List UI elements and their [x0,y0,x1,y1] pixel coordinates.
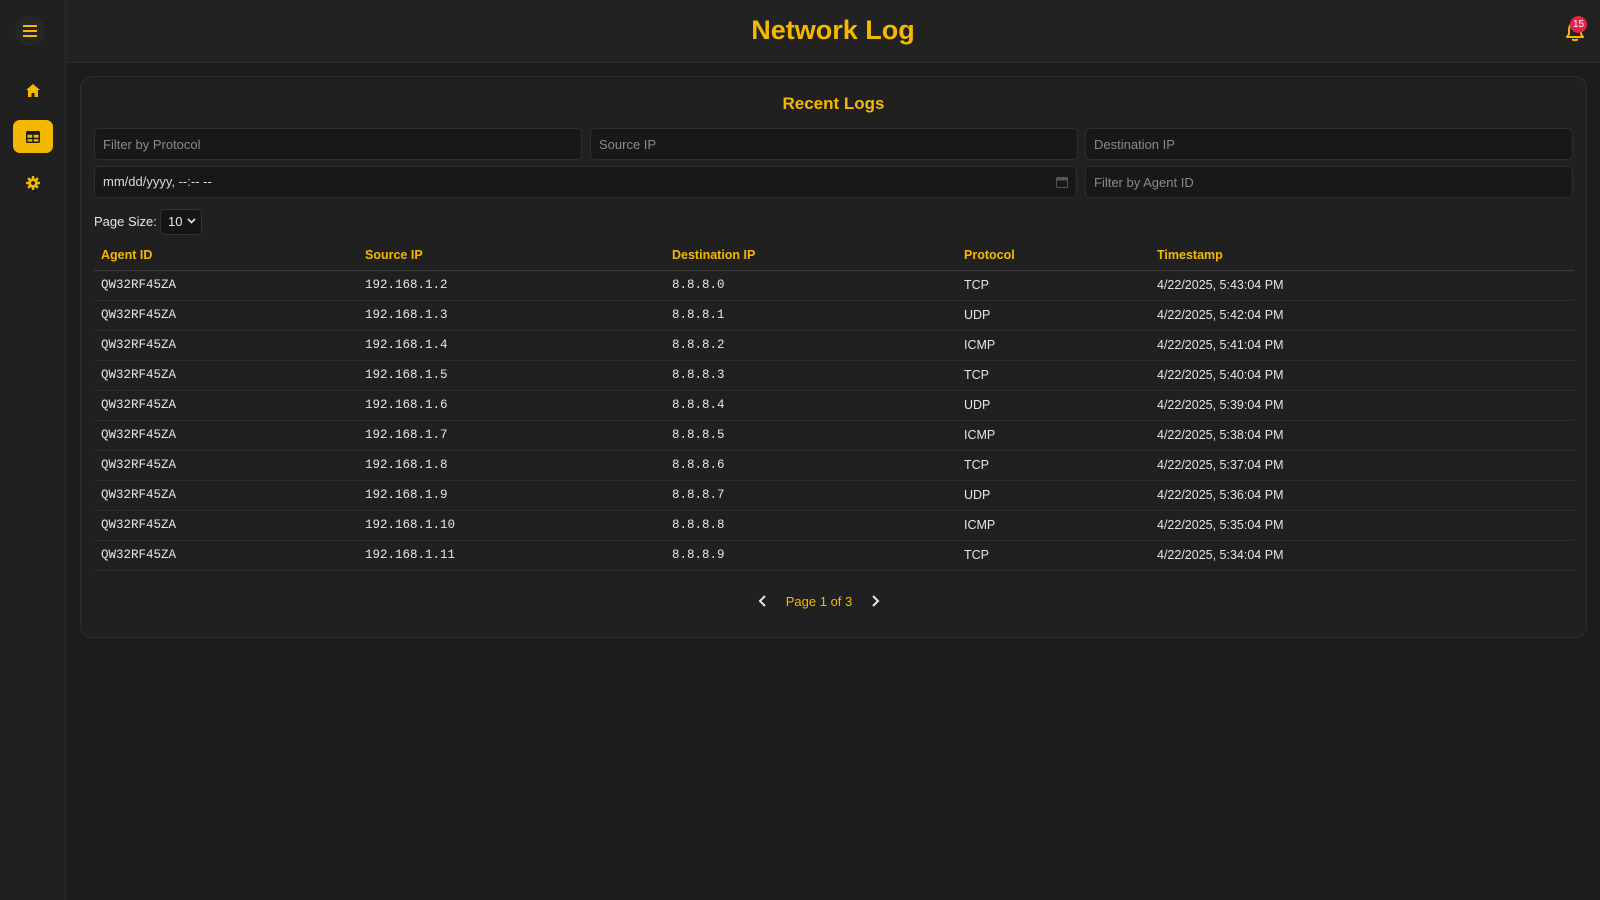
timestamp-cell: 4/22/2025, 5:39:04 PM [1150,390,1574,421]
chevron-left-icon[interactable] [755,593,771,609]
table-icon [26,130,40,143]
destination-ip-cell: 8.8.8.2 [665,330,957,361]
timestamp-cell: 4/22/2025, 5:43:04 PM [1150,270,1574,301]
protocol-cell: TCP [957,270,1150,301]
protocol-cell: TCP [957,360,1150,391]
destination-ip-cell: 8.8.8.5 [665,420,957,451]
top-bar: Network Log 15 [66,0,1600,63]
destination-ip-cell: 8.8.8.4 [665,390,957,421]
agent-id-cell: QW32RF45ZA [94,450,358,481]
calendar-icon[interactable] [1056,176,1068,188]
logs-table: Agent ID Source IP Destination IP Protoc… [94,240,1574,571]
protocol-cell: UDP [957,390,1150,421]
protocol-cell: ICMP [957,420,1150,451]
column-header-destination-ip[interactable]: Destination IP [665,240,957,271]
timestamp-cell: 4/22/2025, 5:35:04 PM [1150,510,1574,541]
notification-badge: 15 [1570,16,1588,33]
agent-id-cell: QW32RF45ZA [94,390,358,421]
agent-id-cell: QW32RF45ZA [94,480,358,511]
source-ip-cell: 192.168.1.6 [358,390,665,421]
page-title: Network Log [751,15,915,45]
agent-id-cell: QW32RF45ZA [94,270,358,301]
source-ip-cell: 192.168.1.7 [358,420,665,451]
table-row[interactable]: QW32RF45ZA 192.168.1.8 8.8.8.6 TCP 4/22/2025… [94,450,1574,481]
timestamp-cell: 4/22/2025, 5:36:04 PM [1150,480,1574,511]
source-ip-cell: 192.168.1.3 [358,300,665,331]
sidebar-item-logs[interactable] [13,120,53,153]
sidebar-item-settings[interactable] [13,166,53,199]
timestamp-cell: 4/22/2025, 5:37:04 PM [1150,450,1574,481]
source-ip-cell: 192.168.1.8 [358,450,665,481]
table-row[interactable]: QW32RF45ZA 192.168.1.11 8.8.8.9 TCP 4/22/202… [94,540,1574,571]
destination-ip-cell: 8.8.8.3 [665,360,957,391]
protocol-cell: ICMP [957,510,1150,541]
destination-ip-cell: 8.8.8.6 [665,450,957,481]
protocol-cell: UDP [957,300,1150,331]
destination-ip-cell: 8.8.8.9 [665,540,957,571]
destination-ip-cell: 8.8.8.7 [665,480,957,511]
table-row[interactable]: QW32RF45ZA 192.168.1.9 8.8.8.7 UDP 4/22/2025… [94,480,1574,511]
source-ip-filter-input[interactable] [590,128,1078,160]
table-row[interactable]: QW32RF45ZA 192.168.1.7 8.8.8.5 ICMP 4/22/202… [94,420,1574,451]
timestamp-cell: 4/22/2025, 5:40:04 PM [1150,360,1574,391]
destination-ip-cell: 8.8.8.0 [665,270,957,301]
table-row[interactable]: QW32RF45ZA 192.168.1.6 8.8.8.4 UDP 4/22/2025… [94,390,1574,421]
agent-id-cell: QW32RF45ZA [94,510,358,541]
datetime-placeholder: mm/dd/yyyy, --:-- -- [103,174,212,189]
agent-id-cell: QW32RF45ZA [94,300,358,331]
agent-id-cell: QW32RF45ZA [94,360,358,391]
agent-id-cell: QW32RF45ZA [94,540,358,571]
chevron-right-icon[interactable] [867,593,883,609]
sidebar [0,0,66,900]
table-row[interactable]: QW32RF45ZA 192.168.1.2 8.8.8.0 TCP 4/22/2025… [94,270,1574,301]
source-ip-cell: 192.168.1.11 [358,540,665,571]
protocol-filter-input[interactable] [94,128,582,160]
gear-icon [26,175,40,190]
column-header-protocol[interactable]: Protocol [957,240,1150,271]
table-row[interactable]: QW32RF45ZA 192.168.1.5 8.8.8.3 TCP 4/22/2025… [94,360,1574,391]
sidebar-item-home[interactable] [13,74,53,107]
home-icon [26,84,40,97]
source-ip-cell: 192.168.1.4 [358,330,665,361]
page-size-value: 10 [168,214,183,229]
table-row[interactable]: QW32RF45ZA 192.168.1.3 8.8.8.1 UDP 4/22/2025… [94,300,1574,331]
timestamp-cell: 4/22/2025, 5:41:04 PM [1150,330,1574,361]
destination-ip-cell: 8.8.8.8 [665,510,957,541]
protocol-cell: TCP [957,540,1150,571]
agent-id-cell: QW32RF45ZA [94,330,358,361]
table-row[interactable]: QW32RF45ZA 192.168.1.4 8.8.8.2 ICMP 4/22/202… [94,330,1574,361]
timestamp-cell: 4/22/2025, 5:42:04 PM [1150,300,1574,331]
datetime-filter-input[interactable]: mm/dd/yyyy, --:-- -- [94,166,1077,198]
timestamp-cell: 4/22/2025, 5:38:04 PM [1150,420,1574,451]
agent-id-cell: QW32RF45ZA [94,420,358,451]
column-header-timestamp[interactable]: Timestamp [1150,240,1574,271]
pagination: Page 1 of 3 [81,591,1586,611]
card-title: Recent Logs [782,94,885,113]
column-header-agent-id[interactable]: Agent ID [94,240,358,271]
protocol-cell: UDP [957,480,1150,511]
protocol-cell: TCP [957,450,1150,481]
source-ip-cell: 192.168.1.5 [358,360,665,391]
chevron-down-icon [187,218,196,224]
source-ip-cell: 192.168.1.10 [358,510,665,541]
page-size-label: Page Size: [94,214,157,229]
menu-icon [23,25,37,37]
destination-ip-filter-input[interactable] [1085,128,1573,160]
agent-id-filter-input[interactable] [1085,166,1573,198]
page-size-select[interactable]: 10 [160,209,202,235]
protocol-cell: ICMP [957,330,1150,361]
table-header-row: Agent ID Source IP Destination IP Protoc… [94,240,1574,271]
menu-toggle-button[interactable] [15,16,45,46]
page-indicator: Page 1 of 3 [785,594,853,609]
recent-logs-card: Recent Logs mm/dd/yyyy, --:-- -- Page Si… [80,76,1587,638]
destination-ip-cell: 8.8.8.1 [665,300,957,331]
column-header-source-ip[interactable]: Source IP [358,240,665,271]
table-row[interactable]: QW32RF45ZA 192.168.1.10 8.8.8.8 ICMP 4/22/20… [94,510,1574,541]
source-ip-cell: 192.168.1.9 [358,480,665,511]
source-ip-cell: 192.168.1.2 [358,270,665,301]
timestamp-cell: 4/22/2025, 5:34:04 PM [1150,540,1574,571]
